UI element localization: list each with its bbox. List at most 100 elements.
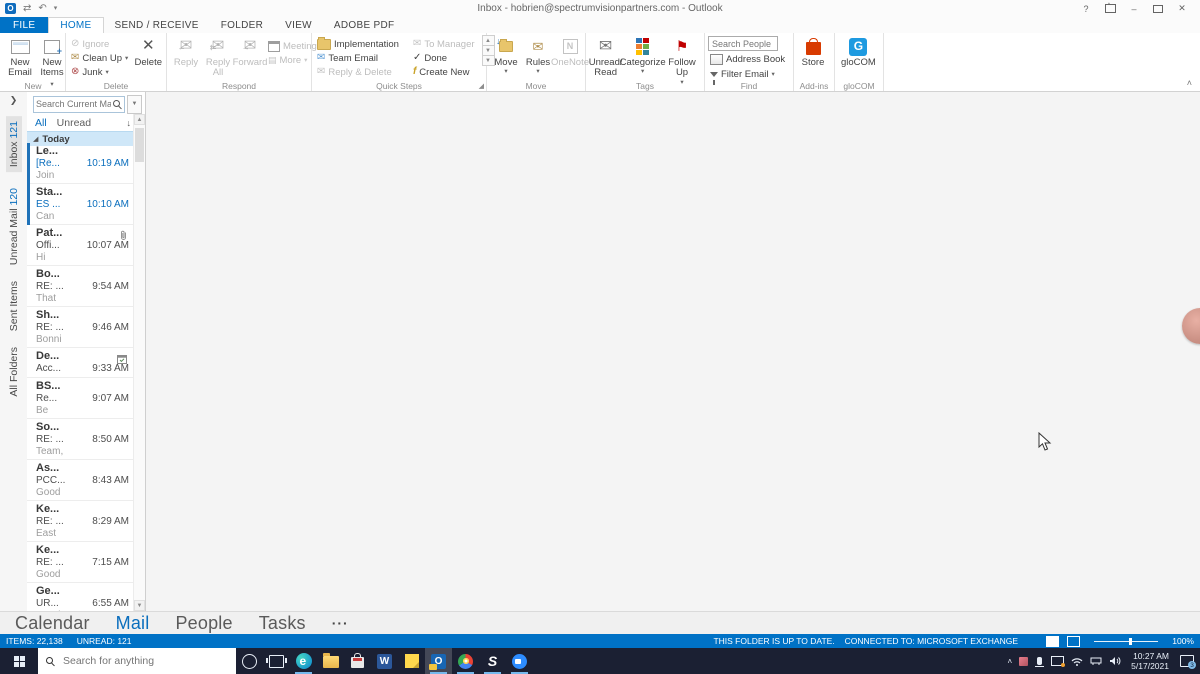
taskbar-clock[interactable]: 10:27 AM 5/17/2021 — [1131, 651, 1169, 671]
zoom-slider[interactable] — [1094, 637, 1158, 645]
task-view-icon[interactable] — [263, 648, 290, 674]
taskbar-app-outlook[interactable] — [425, 648, 452, 674]
more-respond-button[interactable]: ▤ More ▾ — [266, 53, 319, 67]
sidebar-item-inbox[interactable]: Inbox 121 — [5, 116, 22, 173]
minimize-icon[interactable]: – — [1122, 1, 1146, 16]
junk-button[interactable]: ⊗ Junk ▾ — [69, 65, 130, 79]
restore-icon[interactable] — [1146, 1, 1170, 16]
tab-home[interactable]: HOME — [48, 17, 104, 33]
sidebar-item-sent-items[interactable]: Sent Items — [8, 281, 20, 331]
taskbar-search[interactable] — [38, 648, 236, 674]
expand-pane-icon[interactable]: ❯ — [10, 92, 18, 116]
search-input-field[interactable] — [36, 99, 111, 109]
start-button[interactable] — [0, 648, 38, 674]
list-item[interactable]: Sh... RE: ... 9:46 AM Bonni — [27, 307, 134, 348]
tab-file[interactable]: FILE — [0, 17, 49, 33]
notification-icon[interactable]: 3 — [1180, 655, 1196, 669]
tab-folder[interactable]: FOLDER — [210, 17, 274, 33]
peek-avatar[interactable] — [1182, 308, 1200, 344]
tab-unread[interactable]: Unread — [57, 117, 91, 129]
taskbar-app-file-explorer[interactable] — [317, 648, 344, 674]
list-scrollbar[interactable]: ▲ ▼ — [133, 114, 145, 611]
reply-button[interactable]: ✉ ← Reply — [170, 35, 202, 69]
quickstep-team-email[interactable]: ✉ Team Email — [315, 51, 401, 65]
address-book-button[interactable]: Address Book — [708, 52, 787, 66]
list-item[interactable]: Bo... RE: ... 9:54 AM That — [27, 266, 134, 307]
nav-tasks[interactable]: Tasks — [259, 613, 306, 634]
list-item[interactable]: Sta... ES ... 10:10 AM Can — [27, 183, 134, 225]
taskbar-app-s[interactable] — [479, 648, 506, 674]
glocom-button[interactable]: G gloCOM — [838, 35, 879, 69]
zoom-level[interactable]: 100% — [1172, 636, 1194, 646]
nav-people[interactable]: People — [175, 613, 232, 634]
taskbar-app-edge[interactable] — [290, 648, 317, 674]
normal-view-icon[interactable] — [1046, 635, 1059, 647]
forward-button[interactable]: ✉ → Forward — [233, 35, 268, 69]
tab-all[interactable]: All — [35, 117, 47, 129]
list-item[interactable]: So... RE: ... 8:50 AM Team, — [27, 419, 134, 460]
taskbar-app-chrome[interactable] — [452, 648, 479, 674]
nav-mail[interactable]: Mail — [116, 613, 150, 634]
list-item[interactable]: Ke... RE: ... 8:29 AM East — [27, 501, 134, 542]
taskbar-app-sticky-notes[interactable] — [398, 648, 425, 674]
search-input[interactable] — [33, 95, 125, 113]
taskbar-app-word[interactable] — [371, 648, 398, 674]
customize-icon[interactable]: ▾ — [54, 5, 58, 12]
list-item[interactable]: BS... Re... 9:07 AM Be — [27, 378, 134, 419]
scroll-down-icon[interactable]: ▼ — [134, 600, 145, 611]
taskbar-app-store[interactable] — [344, 648, 371, 674]
sidebar-item-unread-mail[interactable]: Unread Mail 120 — [8, 188, 20, 265]
send-receive-icon[interactable]: ⇄ — [23, 3, 31, 14]
hidden-icons-chevron[interactable]: ˄ — [1008, 657, 1013, 666]
close-icon[interactable]: ✕ — [1170, 1, 1194, 16]
quickstep-to-manager[interactable]: ✉ To Manager — [411, 37, 477, 51]
categorize-button[interactable]: Categorize ▾ — [620, 35, 666, 77]
onenote-button[interactable]: N OneNote — [551, 35, 589, 69]
follow-up-button[interactable]: ⚑ Follow Up ▾ — [663, 35, 701, 87]
filter-email-button[interactable]: Filter Email ▾ — [708, 67, 787, 85]
tray-color-icon[interactable] — [1019, 656, 1029, 666]
ignore-button[interactable]: ⊘ Ignore — [69, 37, 130, 51]
quickstep-done[interactable]: ✓ Done — [411, 51, 477, 65]
tab-view[interactable]: VIEW — [274, 17, 323, 33]
reply-all-button[interactable]: ✉ ⇇ Reply All — [202, 35, 234, 80]
dialog-launcher-icon[interactable]: ◢ — [479, 82, 484, 90]
microphone-icon[interactable] — [1035, 657, 1045, 667]
scroll-up-icon[interactable]: ▲ — [134, 114, 145, 125]
tab-send-receive[interactable]: SEND / RECEIVE — [104, 17, 210, 33]
cast-icon[interactable] — [1051, 656, 1066, 667]
taskbar-app-zoom[interactable] — [506, 648, 533, 674]
move-button[interactable]: ↓ Move ▾ — [490, 35, 522, 77]
list-item[interactable]: Ge...UR...6:55 AMGood — [27, 583, 134, 612]
meeting-button[interactable]: Meeting — [266, 39, 319, 53]
undo-icon[interactable]: ↶ — [38, 3, 46, 14]
new-email-button[interactable]: New Email — [4, 35, 36, 80]
sort-order-icon[interactable]: ↓ — [127, 118, 132, 128]
unread-read-button[interactable]: ✉ Unread/ Read — [589, 35, 623, 80]
list-item[interactable]: Ke... RE: ... 7:15 AM Good — [27, 542, 134, 583]
scrollbar-thumb[interactable] — [135, 128, 144, 162]
taskbar-search-input[interactable] — [61, 654, 228, 668]
nav-more-icon[interactable]: ··· — [332, 615, 349, 631]
quickstep-implementation[interactable]: Implementation — [315, 36, 401, 51]
reading-view-icon[interactable] — [1067, 635, 1080, 647]
cortana-icon[interactable] — [236, 648, 263, 674]
store-button[interactable]: Store — [797, 35, 829, 69]
clean-up-button[interactable]: ✉ Clean Up ▾ — [69, 51, 130, 65]
volume-icon[interactable] — [1109, 656, 1121, 666]
quickstep-create-new[interactable]: f Create New — [411, 65, 477, 79]
nav-calendar[interactable]: Calendar — [15, 613, 90, 634]
sidebar-item-all-folders[interactable]: All Folders — [8, 347, 20, 397]
list-item[interactable]: Pat... Offi... 10:07 AM Hi — [27, 225, 134, 266]
ethernet-icon[interactable] — [1090, 657, 1102, 666]
ribbon-display-icon[interactable] — [1098, 1, 1122, 16]
search-scope-dropdown[interactable]: ▼ — [127, 94, 142, 114]
list-item[interactable]: De... Acc... 9:33 AM — [27, 348, 134, 378]
zoom-slider-thumb[interactable] — [1129, 637, 1133, 645]
rules-button[interactable]: ✉ Rules ▾ — [522, 35, 554, 77]
help-icon[interactable]: ? — [1074, 1, 1098, 16]
wifi-icon[interactable] — [1071, 657, 1083, 666]
delete-button[interactable]: ✕ Delete — [132, 35, 164, 69]
list-item[interactable]: Le... [Re... 10:19 AM Join — [27, 143, 134, 184]
quickstep-reply-delete[interactable]: ✉ Reply & Delete — [315, 65, 401, 79]
